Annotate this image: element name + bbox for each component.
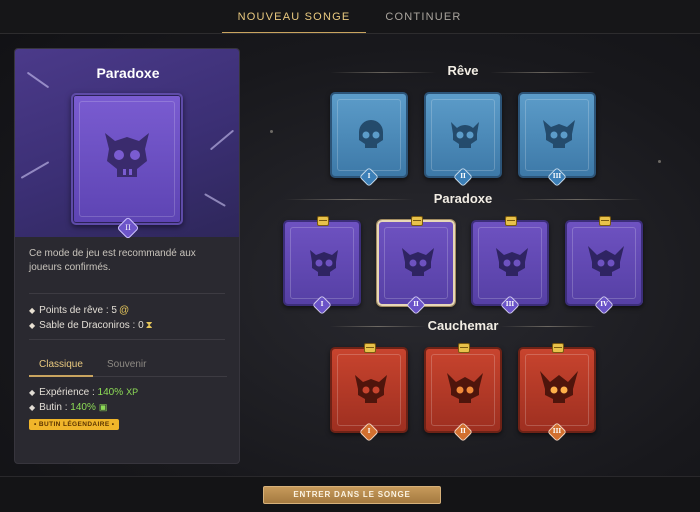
chest-icon xyxy=(458,343,470,353)
divider xyxy=(29,293,225,294)
section-title-paradoxe: Paradoxe xyxy=(433,191,493,206)
mode-card-reve-1[interactable]: I xyxy=(330,92,408,187)
mode-card-reve-2[interactable]: II xyxy=(424,92,502,187)
tab-new-dream[interactable]: NOUVEAU SONGE xyxy=(222,0,366,34)
nightmare-skull-icon xyxy=(447,373,483,403)
bonus-experience: ◆ Expérience : 140% XP xyxy=(29,387,139,398)
top-divider xyxy=(0,33,700,34)
section-line xyxy=(490,72,596,73)
star-decoration xyxy=(658,160,661,163)
paradox-skull-icon xyxy=(105,133,149,177)
mode-card-paradoxe-2[interactable]: II xyxy=(377,216,455,315)
star-decoration xyxy=(270,130,273,133)
chest-icon xyxy=(317,216,329,226)
horned-skull-icon xyxy=(451,122,479,148)
chest-icon xyxy=(411,216,423,226)
bonus-loot: ◆ Butin : 140% ▣ xyxy=(29,402,108,413)
stat-dream-points: ◆ Points de rêve : 5 @ xyxy=(29,305,130,316)
chest-icon xyxy=(552,343,564,353)
mode-card-cauchemar-1[interactable]: I xyxy=(330,343,408,442)
panel-title: Paradoxe xyxy=(96,65,160,81)
chest-icon xyxy=(599,216,611,226)
legendary-loot-tag: • BUTIN LÉGENDAIRE • xyxy=(29,419,120,430)
nightmare-skull-icon xyxy=(540,371,578,403)
tab-continue[interactable]: CONTINUER xyxy=(366,0,481,34)
stat-draconiros-sand: ◆ Sable de Draconiros : 0 ⧗ xyxy=(29,320,153,331)
active-subtab-underline xyxy=(29,375,93,377)
subtab-souvenir[interactable]: Souvenir xyxy=(107,359,146,370)
skull-icon xyxy=(359,120,383,148)
mode-card-paradoxe-3[interactable]: III xyxy=(471,216,549,315)
section-line xyxy=(284,199,414,200)
demon-skull-icon xyxy=(543,120,575,148)
nightmare-skull-icon xyxy=(355,375,387,403)
top-tab-bar: NOUVEAU SONGE CONTINUER xyxy=(0,0,700,34)
subtab-classic[interactable]: Classique xyxy=(39,359,83,370)
mode-card-reve-3[interactable]: III xyxy=(518,92,596,187)
crack-decoration xyxy=(209,129,235,151)
mode-card-cauchemar-3[interactable]: III xyxy=(518,343,596,442)
paradox-skull-icon xyxy=(588,246,624,276)
hourglass-icon: ⧗ xyxy=(145,320,153,331)
chest-icon xyxy=(364,343,376,353)
chest-icon xyxy=(505,216,517,226)
section-line xyxy=(500,326,596,327)
mode-description: Ce mode de jeu est recommandé aux joueur… xyxy=(29,248,196,273)
paradox-skull-icon xyxy=(310,250,338,276)
enter-dream-button[interactable]: ENTRER DANS LE SONGE xyxy=(263,486,441,504)
section-line xyxy=(512,199,642,200)
crack-decoration xyxy=(20,161,50,179)
section-title-reve: Rêve xyxy=(447,63,479,78)
crack-decoration xyxy=(204,193,226,207)
chest-icon: ▣ xyxy=(98,402,108,412)
paradox-skull-icon xyxy=(496,248,528,276)
swirl-icon: @ xyxy=(118,305,130,316)
selected-mode-card xyxy=(71,93,183,225)
mode-card-paradoxe-4[interactable]: IV xyxy=(565,216,643,315)
divider xyxy=(29,339,225,340)
mode-detail-panel: Paradoxe II Ce mode de jeu est recommand… xyxy=(14,48,240,464)
reward-subtabs: Classique Souvenir xyxy=(29,355,227,377)
paradox-skull-icon xyxy=(402,248,434,276)
mode-card-paradoxe-1[interactable]: I xyxy=(283,216,361,315)
mode-card-cauchemar-2[interactable]: II xyxy=(424,343,502,442)
